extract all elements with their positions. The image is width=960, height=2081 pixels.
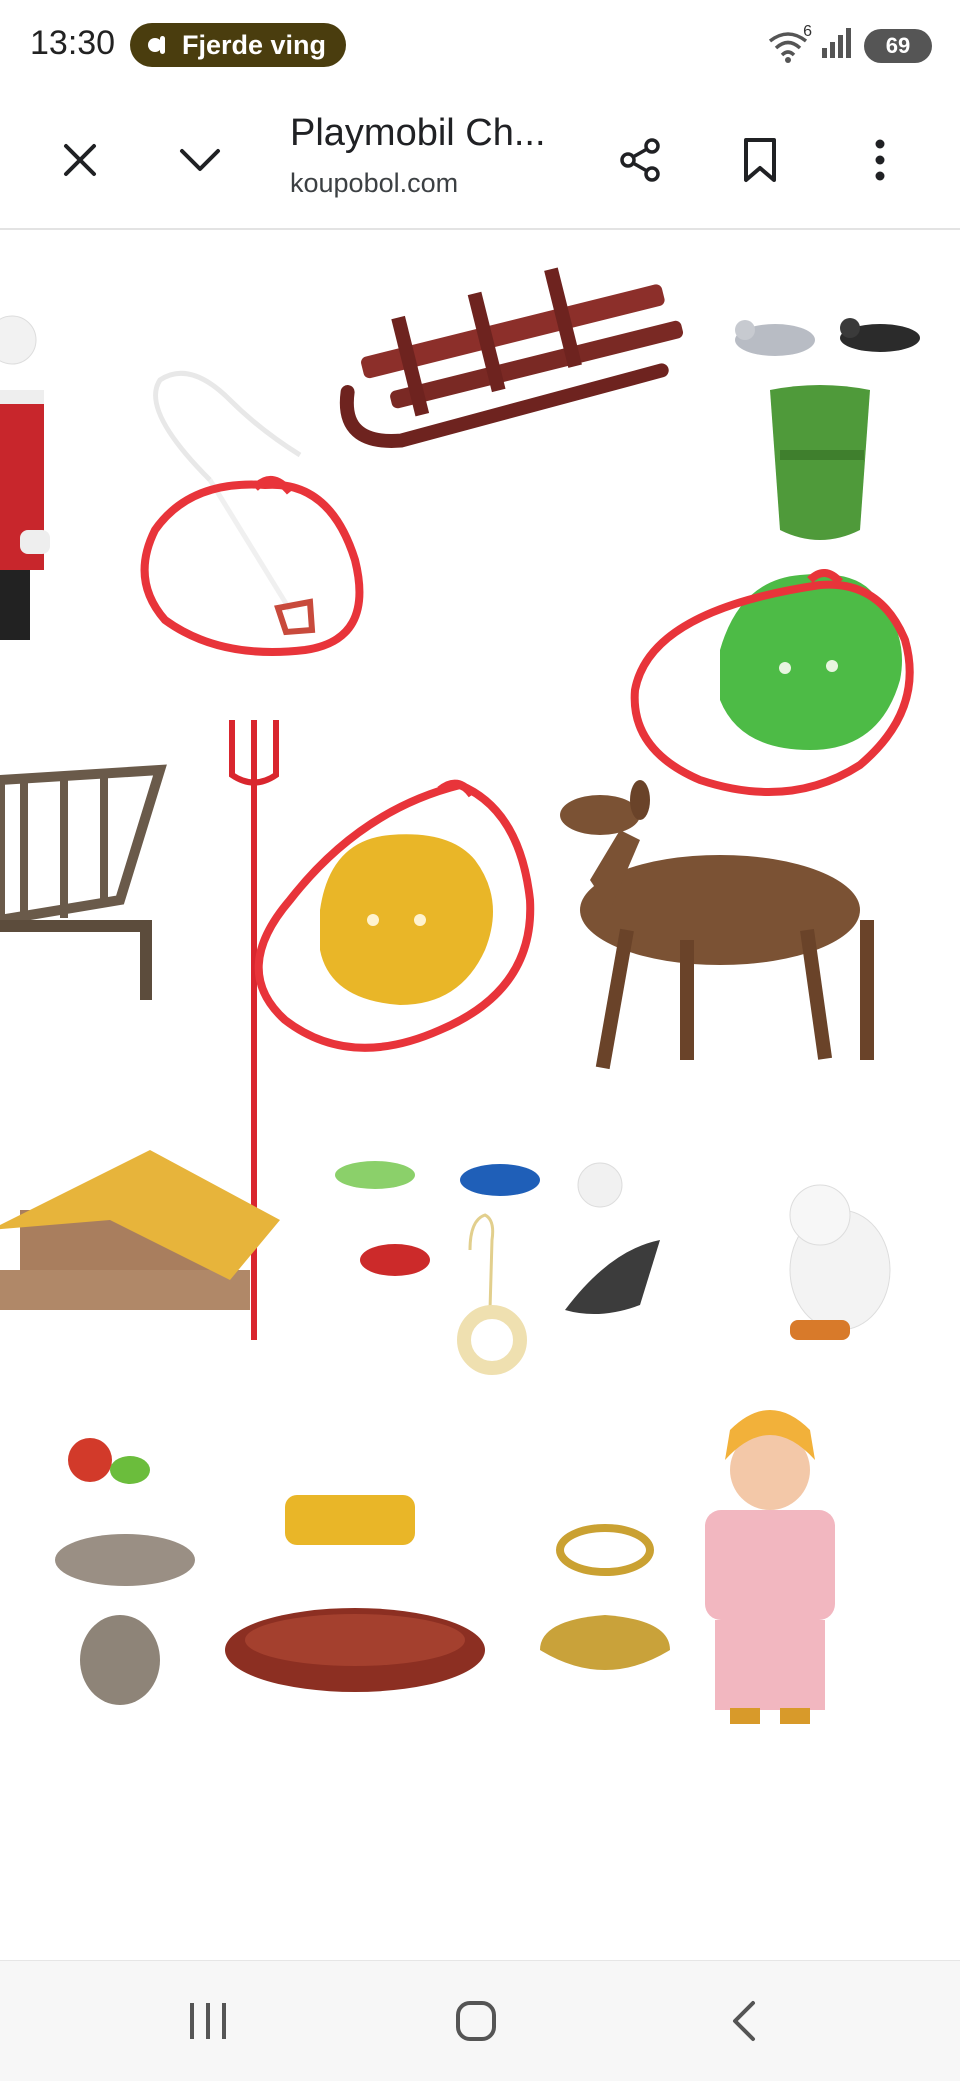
feeding-trough [225,1608,485,1692]
wifi-badge: 6 [803,22,812,40]
notification-pill[interactable]: Fjerde ving [130,23,347,67]
bird-green [335,1161,415,1189]
apple-branch [68,1438,150,1484]
wheat-bundle [770,385,870,540]
annotation-circle-lasso [140,476,364,656]
gold-ring [556,1524,654,1576]
share-button[interactable] [608,128,672,192]
product-image [0,230,960,1960]
signal-icon [820,28,854,63]
cheese-pieces [285,1495,415,1545]
mouse-gray [735,320,815,356]
raccoon-lying [55,1534,195,1586]
deer [560,780,874,1070]
close-icon [64,144,96,176]
bird-blue [460,1164,540,1196]
home-button[interactable] [436,1989,516,2053]
gold-bowl [540,1615,670,1670]
bird-feeder-ring [457,1213,527,1375]
sled [339,267,684,448]
minimize-button[interactable] [168,128,232,192]
bookmark-icon [744,138,776,182]
more-vert-icon [875,139,885,181]
system-navigation-bar [0,1960,960,2081]
bird-red [360,1244,430,1276]
chevron-down-icon [180,149,220,171]
yellow-hay-bundle [320,834,493,1005]
product-image-drawing [0,267,920,1724]
recent-apps-button[interactable] [168,1989,248,2053]
recent-apps-icon [190,2003,226,2039]
back-button[interactable] [704,1989,784,2053]
snowy-owl [789,1184,891,1340]
page-title: Playmobil Ch... [290,112,546,154]
raccoon-sitting [80,1615,160,1705]
close-button[interactable] [48,128,112,192]
status-bar: 13:30 Fjerde ving 6 69 [0,0,960,92]
app-logo-icon [146,32,172,58]
crow [565,1240,660,1314]
hay-rack [0,764,167,1000]
status-icons: 6 69 [766,23,932,63]
home-icon [456,2001,496,2041]
bookmark-button[interactable] [728,128,792,192]
ornament-white [577,1162,623,1208]
wifi-icon: 6 [766,23,812,63]
custom-tab-toolbar: Playmobil Ch... koupobol.com [0,92,960,230]
page-url: koupobol.com [290,168,459,198]
santa-figure [0,315,50,640]
more-options-button[interactable] [848,128,912,192]
mouse-black [840,318,920,352]
bird-feeder-house [0,1150,280,1310]
status-time: 13:30 [30,24,116,62]
princess-figure [705,1410,835,1724]
battery-level: 69 [885,32,911,58]
battery-indicator: 69 [864,28,932,63]
share-icon [620,138,660,182]
notification-pill-label: Fjerde ving [182,29,327,60]
back-icon [733,2001,755,2041]
